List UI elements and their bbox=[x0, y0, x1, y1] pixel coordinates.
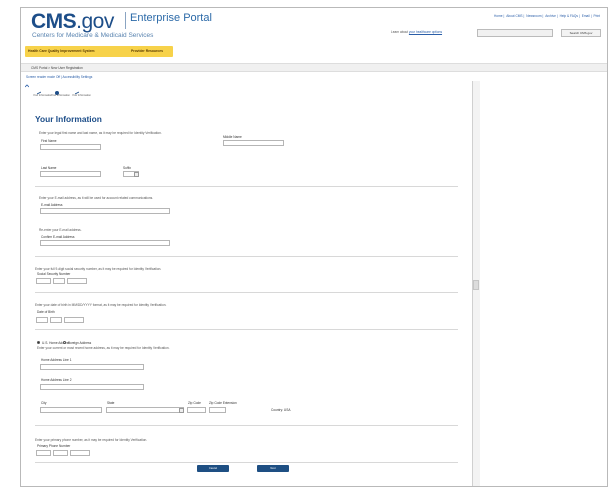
dob-label: Date of Birth bbox=[37, 310, 55, 314]
scroll-up-icon[interactable] bbox=[25, 84, 29, 88]
ssn-part-2-input[interactable] bbox=[53, 278, 65, 284]
address-instructions: Enter your current or most recent home a… bbox=[37, 346, 170, 350]
email-label: E-mail Address bbox=[41, 203, 63, 207]
divider bbox=[35, 256, 458, 257]
phone-label: Primary Phone Number bbox=[37, 444, 71, 448]
learn-text: Learn about your healthcare options bbox=[391, 30, 443, 34]
site-header: CMS.gov Enterprise Portal Centers for Me… bbox=[21, 8, 607, 44]
state-select[interactable] bbox=[106, 407, 184, 413]
divider bbox=[35, 186, 458, 187]
nav-item-provider-resources[interactable]: Provider Resources bbox=[131, 49, 163, 53]
suffix-label: Suffix bbox=[123, 166, 131, 170]
reenter-email-instructions: Re-enter your E-mail address. bbox=[39, 228, 82, 232]
cms-logo[interactable]: CMS.gov bbox=[31, 10, 114, 34]
search-button[interactable]: Search CMS.gov bbox=[561, 29, 601, 37]
city-label: City bbox=[41, 401, 47, 405]
state-label: State bbox=[107, 401, 115, 405]
main-nav: Health Care Quality Improvement System P… bbox=[21, 45, 607, 60]
address-line-2-label: Home Address Line 2 bbox=[41, 378, 72, 382]
page-title: Your Information bbox=[35, 114, 102, 124]
logo-subtitle: Centers for Medicare & Medicaid Services bbox=[32, 32, 154, 39]
dob-year-input[interactable] bbox=[64, 317, 84, 323]
foreign-address-label: Foreign Address bbox=[68, 341, 92, 345]
city-input[interactable] bbox=[40, 407, 102, 413]
phone-line-input[interactable] bbox=[70, 450, 90, 456]
confirm-email-input[interactable] bbox=[40, 240, 170, 246]
state-dropdown-icon[interactable] bbox=[179, 407, 184, 413]
browser-frame: CMS.gov Enterprise Portal Centers for Me… bbox=[20, 7, 608, 487]
last-name-label: Last Name bbox=[41, 166, 57, 170]
top-link-email[interactable]: Email bbox=[582, 14, 590, 18]
learn-link[interactable]: your healthcare options bbox=[409, 30, 442, 34]
dob-instructions: Enter your date of birth in MM/DD/YYYY f… bbox=[35, 303, 167, 307]
top-link-archive[interactable]: Archive bbox=[545, 14, 556, 18]
zip-input[interactable] bbox=[187, 407, 206, 413]
breadcrumb-text[interactable]: CMS Portal > New User Registration bbox=[31, 66, 83, 70]
address-line-1-input[interactable] bbox=[40, 364, 144, 370]
top-link-home[interactable]: Home bbox=[494, 14, 503, 18]
enterprise-portal-title: Enterprise Portal bbox=[130, 12, 212, 24]
logo-cms-text: CMS bbox=[31, 10, 77, 33]
ssn-label: Social Security Number bbox=[37, 272, 71, 276]
foreign-address-radio[interactable] bbox=[63, 341, 66, 344]
email-input[interactable] bbox=[40, 208, 170, 214]
middle-name-input[interactable] bbox=[223, 140, 284, 146]
step-1-label: Your Information bbox=[33, 94, 52, 97]
zip-ext-label: Zip Code Extension bbox=[209, 401, 237, 405]
logo-divider bbox=[125, 12, 126, 29]
phone-prefix-input[interactable] bbox=[53, 450, 68, 456]
country-text: Country: USA bbox=[271, 408, 291, 412]
divider bbox=[35, 292, 458, 293]
middle-name-label: Middle Name bbox=[223, 135, 242, 139]
divider bbox=[35, 425, 458, 426]
suffix-dropdown-icon[interactable] bbox=[134, 171, 139, 177]
first-name-input[interactable] bbox=[40, 144, 101, 150]
last-name-input[interactable] bbox=[40, 171, 101, 177]
breadcrumb: CMS Portal > New User Registration bbox=[21, 63, 607, 72]
logo-gov-text: .gov bbox=[76, 10, 114, 33]
divider bbox=[35, 329, 458, 330]
divider bbox=[35, 462, 458, 463]
step-3-label: Your Information bbox=[72, 94, 91, 97]
cancel-button[interactable]: Cancel bbox=[197, 465, 229, 472]
ssn-part-3-input[interactable] bbox=[67, 278, 87, 284]
address-line-1-label: Home Address Line 1 bbox=[41, 358, 72, 362]
name-instructions: Enter your legal first name and last nam… bbox=[39, 131, 162, 135]
top-link-print[interactable]: Print bbox=[593, 14, 600, 18]
us-address-radio[interactable] bbox=[37, 341, 40, 344]
top-link-about[interactable]: About CMS bbox=[506, 14, 522, 18]
confirm-email-label: Confirm E-mail Address bbox=[41, 235, 75, 239]
ssn-instructions: Enter your full 9-digit social security … bbox=[35, 267, 162, 271]
ssn-part-1-input[interactable] bbox=[36, 278, 51, 284]
first-name-label: First Name bbox=[41, 139, 57, 143]
zip-label: Zip Code bbox=[188, 401, 201, 405]
search-input[interactable] bbox=[477, 29, 553, 37]
email-instructions: Enter your E-mail address, as it will be… bbox=[39, 196, 154, 200]
dob-month-input[interactable] bbox=[36, 317, 48, 323]
top-link-help[interactable]: Help & FAQs bbox=[560, 14, 578, 18]
scrollbar-thumb[interactable] bbox=[473, 280, 479, 290]
address-line-2-input[interactable] bbox=[40, 384, 144, 390]
top-links: Home| About CMS| Newsroom| Archive| Help… bbox=[494, 14, 600, 18]
dob-day-input[interactable] bbox=[50, 317, 62, 323]
phone-instructions: Enter your primary phone number, as it m… bbox=[35, 438, 148, 442]
phone-area-input[interactable] bbox=[36, 450, 51, 456]
zip-ext-input[interactable] bbox=[209, 407, 226, 413]
nav-item-hcqis[interactable]: Health Care Quality Improvement System bbox=[28, 49, 95, 53]
top-link-newsroom[interactable]: Newsroom bbox=[526, 14, 541, 18]
next-button[interactable]: Next bbox=[257, 465, 289, 472]
screen-reader-link[interactable]: Screen reader mode Off | Accessibility S… bbox=[26, 75, 92, 79]
step-2-label: Your Information bbox=[51, 94, 70, 97]
